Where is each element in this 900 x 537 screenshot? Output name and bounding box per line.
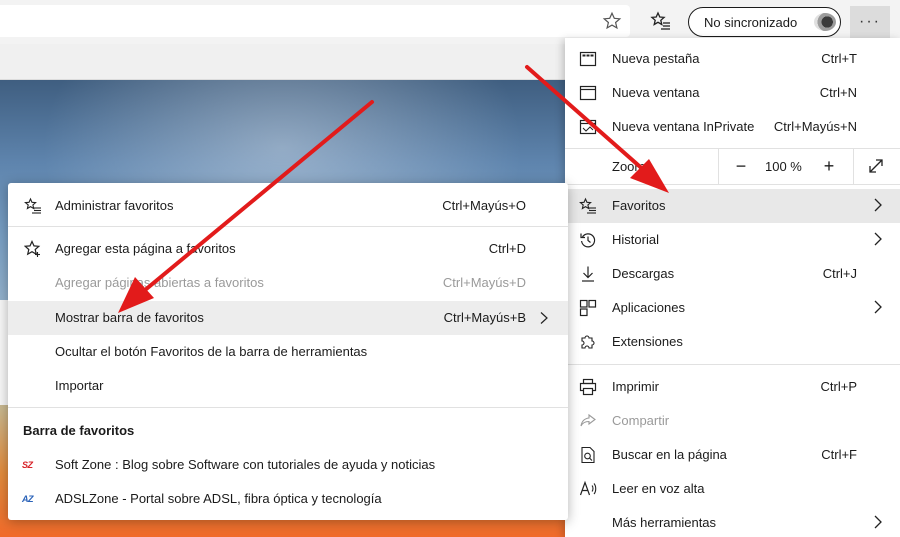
- menu-item-label: Ocultar el botón Favoritos de la barra d…: [55, 344, 368, 359]
- menu-item-label: Nueva ventana: [612, 85, 700, 100]
- page-header-strip: [0, 44, 565, 80]
- zoom-in-button[interactable]: +: [819, 156, 839, 176]
- menu-divider: [565, 184, 900, 185]
- extensions-icon: [581, 335, 595, 349]
- zoom-level: 100 %: [765, 159, 802, 174]
- menu-item-downloads[interactable]: Descargas Ctrl+J: [565, 257, 900, 291]
- menu-item-label: Leer en voz alta: [612, 481, 705, 496]
- menu-divider: [8, 407, 568, 408]
- menu-item-hide-favorites-button[interactable]: Ocultar el botón Favoritos de la barra d…: [8, 335, 568, 369]
- menu-item-label: Compartir: [612, 413, 670, 428]
- menu-item-label: Nueva ventana InPrivate: [612, 119, 755, 134]
- chevron-right-icon: [874, 300, 882, 314]
- download-icon: [582, 266, 594, 282]
- menu-item-new-tab[interactable]: Nueva pestaña Ctrl+T: [565, 42, 900, 76]
- menu-item-label: Importar: [55, 378, 104, 393]
- menu-item-label: Nueva pestaña: [612, 51, 700, 66]
- favorites-bar-heading: Barra de favoritos: [23, 423, 135, 438]
- zoom-control: Zoom − 100 % +: [565, 149, 900, 184]
- menu-item-shortcut: Ctrl+Mayús+O: [442, 198, 526, 213]
- bookmark-label: Soft Zone : Blog sobre Software con tuto…: [55, 457, 436, 472]
- menu-item-shortcut: Ctrl+T: [821, 51, 857, 66]
- menu-item-print[interactable]: Imprimir Ctrl+P: [565, 370, 900, 404]
- new-tab-icon: [579, 51, 597, 67]
- menu-item-manage-favorites[interactable]: Administrar favoritos Ctrl+Mayús+O: [8, 189, 568, 223]
- menu-item-extensions[interactable]: Extensiones: [565, 325, 900, 359]
- history-icon: [580, 233, 596, 248]
- favorites-toolbar-icon[interactable]: [650, 10, 672, 32]
- fullscreen-expand-icon[interactable]: [866, 156, 886, 176]
- favorites-submenu: Administrar favoritos Ctrl+Mayús+O Agreg…: [8, 183, 568, 520]
- menu-item-new-window[interactable]: Nueva ventana Ctrl+N: [565, 76, 900, 110]
- chevron-right-icon: [874, 232, 882, 246]
- menu-item-shortcut: Ctrl+F: [821, 447, 857, 462]
- new-window-icon: [579, 85, 597, 101]
- menu-item-label: Administrar favoritos: [55, 198, 174, 213]
- menu-item-label: Aplicaciones: [612, 300, 685, 315]
- chevron-right-icon: [874, 515, 882, 529]
- print-icon: [579, 378, 597, 396]
- chevron-right-icon: [874, 198, 882, 212]
- avatar: [814, 13, 836, 31]
- menu-item-label: Favoritos: [612, 198, 666, 213]
- menu-item-label: Buscar en la página: [612, 447, 727, 462]
- zoom-divider: [718, 149, 719, 184]
- zoom-label: Zoom: [612, 159, 646, 174]
- address-bar[interactable]: [0, 5, 630, 37]
- menu-item-history[interactable]: Historial: [565, 223, 900, 257]
- menu-item-label: Mostrar barra de favoritos: [55, 310, 204, 325]
- menu-item-label: Descargas: [612, 266, 675, 281]
- menu-item-new-inprivate-window[interactable]: Nueva ventana InPrivate Ctrl+Mayús+N: [565, 110, 900, 144]
- menu-item-label: Más herramientas: [612, 515, 717, 530]
- menu-item-apps[interactable]: Aplicaciones: [565, 291, 900, 325]
- profile-sync-button[interactable]: No sincronizado: [688, 7, 841, 37]
- menu-item-label: Agregar esta página a favoritos: [55, 241, 236, 256]
- menu-item-label: Extensiones: [612, 334, 683, 349]
- menu-item-shortcut: Ctrl+Mayús+D: [442, 275, 526, 290]
- menu-item-shortcut: Ctrl+N: [819, 85, 857, 100]
- read-aloud-icon: [579, 480, 597, 496]
- menu-item-label: Historial: [612, 232, 659, 247]
- menu-item-show-favorites-bar[interactable]: Mostrar barra de favoritos Ctrl+Mayús+B: [8, 301, 568, 335]
- chevron-right-icon: [540, 312, 548, 324]
- manage-favorites-icon: [24, 197, 41, 214]
- menu-item-shortcut: Ctrl+P: [820, 379, 857, 394]
- menu-item-label: Agregar páginas abiertas a favoritos: [55, 275, 264, 290]
- menu-item-shortcut: Ctrl+J: [822, 266, 857, 281]
- settings-menu: Nueva pestaña Ctrl+T Nueva ventana Ctrl+…: [565, 38, 900, 537]
- menu-item-read-aloud[interactable]: Leer en voz alta: [565, 472, 900, 506]
- menu-item-label: Imprimir: [612, 379, 659, 394]
- zoom-divider: [853, 149, 854, 184]
- zoom-out-button[interactable]: −: [731, 156, 751, 176]
- add-favorite-icon: [24, 240, 41, 257]
- settings-more-button[interactable]: ···: [850, 6, 890, 38]
- menu-item-shortcut: Ctrl+Mayús+N: [773, 119, 857, 134]
- softzone-favicon-icon: SZ: [22, 460, 33, 470]
- menu-item-shortcut: Ctrl+D: [488, 241, 526, 256]
- menu-item-shortcut: Ctrl+Mayús+B: [443, 310, 526, 325]
- share-icon: [580, 413, 596, 427]
- bookmark-label: ADSLZone - Portal sobre ADSL, fibra ópti…: [55, 491, 382, 506]
- find-icon: [581, 446, 595, 464]
- menu-item-share[interactable]: Compartir: [565, 404, 900, 438]
- inprivate-icon: [579, 119, 597, 135]
- sync-status-label: No sincronizado: [704, 14, 798, 30]
- favorites-icon: [579, 197, 596, 214]
- apps-icon: [579, 299, 597, 317]
- menu-item-find-on-page[interactable]: Buscar en la página Ctrl+F: [565, 438, 900, 472]
- menu-item-add-page-favorite[interactable]: Agregar esta página a favoritos Ctrl+D: [8, 232, 568, 266]
- bookmark-item[interactable]: SZ Soft Zone : Blog sobre Software con t…: [8, 448, 568, 482]
- menu-item-add-open-pages[interactable]: Agregar páginas abiertas a favoritos Ctr…: [8, 266, 568, 300]
- adslzone-favicon-icon: AZ: [22, 494, 34, 504]
- add-favorite-star-icon[interactable]: [602, 11, 622, 31]
- menu-divider: [565, 364, 900, 365]
- menu-item-more-tools[interactable]: Más herramientas: [565, 506, 900, 537]
- menu-item-import[interactable]: Importar: [8, 369, 568, 403]
- menu-item-favorites[interactable]: Favoritos: [565, 189, 900, 223]
- bookmark-item[interactable]: AZ ADSLZone - Portal sobre ADSL, fibra ó…: [8, 482, 568, 516]
- menu-divider: [8, 226, 568, 227]
